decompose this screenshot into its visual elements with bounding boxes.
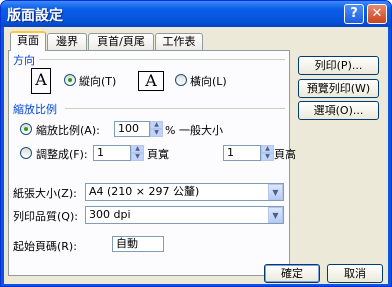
options-button[interactable]: 選項(O)... xyxy=(298,101,379,120)
fit-pages-tall-suffix: 頁高 xyxy=(274,148,296,161)
first-page-number-input[interactable]: 自動 xyxy=(112,236,164,252)
tab-header-footer[interactable]: 頁首/頁尾 xyxy=(88,33,154,50)
print-quality-value: 300 dpi xyxy=(89,208,131,221)
fit-pages-wide-suffix: 頁寬 xyxy=(147,148,169,161)
print-quality-label: 列印品質(Q): xyxy=(13,210,78,223)
print-button[interactable]: 列印(P)... xyxy=(298,56,379,75)
adjust-percent-spinner[interactable]: ▲ ▼ xyxy=(150,121,163,137)
landscape-radio[interactable] xyxy=(175,74,187,86)
cancel-button[interactable]: 取消 xyxy=(327,264,383,283)
portrait-label[interactable]: 縱向(T) xyxy=(79,73,116,89)
title-bar[interactable]: 版面設定 ? ✕ xyxy=(1,1,391,27)
adjust-to-label[interactable]: 縮放比例(A): xyxy=(36,122,100,138)
help-button[interactable]: ? xyxy=(344,4,364,24)
adjust-percent-input[interactable]: 100 xyxy=(114,121,150,137)
tab-page[interactable]: 頁面 xyxy=(10,31,46,51)
orientation-group-label: 方向 xyxy=(13,54,35,67)
dialog-body: 頁面 邊界 頁首/頁尾 工作表 方向 A 縱向(T) A 橫向(L) 縮放比例 … xyxy=(4,27,388,284)
print-preview-button[interactable]: 預覽列印(W) xyxy=(298,79,379,98)
fit-to-radio[interactable] xyxy=(20,147,32,159)
fit-pages-wide-spinner[interactable]: ▲ ▼ xyxy=(131,145,144,161)
portrait-radio[interactable] xyxy=(64,74,76,86)
scaling-divider xyxy=(65,108,285,109)
adjust-to-radio[interactable] xyxy=(20,123,32,135)
scaling-group-label: 縮放比例 xyxy=(13,103,57,116)
first-page-number-label: 起始頁碼(R): xyxy=(13,240,77,253)
paper-size-value: A4 (210 × 297 公釐) xyxy=(89,185,200,198)
chevron-down-icon[interactable]: ▼ xyxy=(268,207,283,223)
paper-size-select[interactable]: A4 (210 × 297 公釐) ▼ xyxy=(85,183,284,201)
ok-button[interactable]: 確定 xyxy=(264,264,320,283)
fit-pages-tall-input[interactable]: 1 xyxy=(223,145,261,161)
fit-pages-tall-spinner[interactable]: ▲ ▼ xyxy=(261,145,274,161)
print-quality-select[interactable]: 300 dpi ▼ xyxy=(85,206,284,224)
orientation-divider xyxy=(39,59,285,60)
landscape-page-icon: A xyxy=(138,71,164,91)
landscape-label[interactable]: 橫向(L) xyxy=(190,73,227,89)
fit-pages-wide-input[interactable]: 1 xyxy=(93,145,131,161)
tab-sheet[interactable]: 工作表 xyxy=(155,33,203,50)
spin-up-icon[interactable]: ▲ xyxy=(261,145,274,153)
spin-down-icon[interactable]: ▼ xyxy=(261,153,274,161)
tab-panel-page: 方向 A 縱向(T) A 橫向(L) 縮放比例 縮放比例(A): 100 ▲ ▼… xyxy=(8,50,296,276)
page-setup-dialog: 版面設定 ? ✕ 頁面 邊界 頁首/頁尾 工作表 方向 A 縱向(T) A 橫向… xyxy=(0,0,392,287)
close-button[interactable]: ✕ xyxy=(367,4,387,24)
spin-up-icon[interactable]: ▲ xyxy=(150,121,163,129)
chevron-down-icon[interactable]: ▼ xyxy=(268,184,283,200)
spin-down-icon[interactable]: ▼ xyxy=(131,153,144,161)
tab-margins[interactable]: 邊界 xyxy=(47,33,87,50)
paper-size-label: 紙張大小(Z): xyxy=(13,187,77,200)
portrait-page-icon: A xyxy=(31,68,51,94)
fit-to-label[interactable]: 調整成(F): xyxy=(36,146,88,162)
adjust-percent-suffix: % 一般大小 xyxy=(165,124,223,137)
spin-up-icon[interactable]: ▲ xyxy=(131,145,144,153)
dialog-title: 版面設定 xyxy=(7,8,63,24)
spin-down-icon[interactable]: ▼ xyxy=(150,129,163,137)
